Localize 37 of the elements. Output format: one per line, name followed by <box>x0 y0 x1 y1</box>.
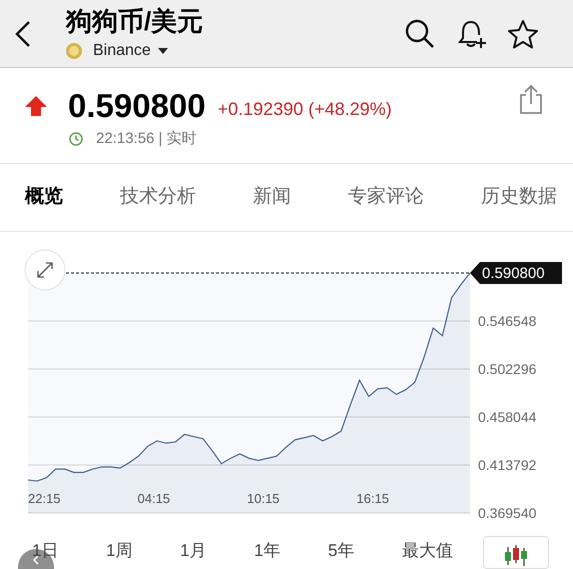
y-axis-label: 0.369540 <box>478 505 536 521</box>
up-arrow-icon <box>25 95 47 117</box>
tab[interactable]: 历史数据 <box>481 183 557 212</box>
x-axis-label: 22:15 <box>28 491 61 506</box>
clock-icon <box>69 132 83 146</box>
candlestick-chart-button[interactable] <box>483 536 549 569</box>
page-title: 狗狗币/美元 <box>66 4 204 36</box>
range-option[interactable]: 1周 <box>106 538 180 564</box>
candlestick-icon <box>504 545 528 567</box>
caret-icon <box>158 48 168 54</box>
range-option[interactable]: 1月 <box>180 538 254 564</box>
tab[interactable]: 专家评论 <box>348 183 424 212</box>
search-icon[interactable] <box>405 18 435 48</box>
y-axis-label: 0.502296 <box>478 361 536 377</box>
last-price-label: 0.590800 <box>470 262 562 284</box>
y-axis-label: 0.458044 <box>478 409 536 425</box>
x-axis-label: 10:15 <box>247 491 280 506</box>
tab[interactable]: 新闻 <box>253 183 291 212</box>
back-icon[interactable] <box>14 20 32 48</box>
x-axis-label: 04:15 <box>138 491 170 506</box>
share-icon[interactable] <box>519 84 543 114</box>
price: 0.590800 <box>68 86 206 126</box>
y-axis-label: 0.546548 <box>478 313 536 329</box>
price-change: +0.192390 (+48.29%) <box>218 98 392 121</box>
expand-button[interactable] <box>24 250 66 290</box>
y-axis-label: 0.413792 <box>478 457 536 473</box>
bell-plus-icon[interactable] <box>457 18 487 48</box>
x-axis-label: 16:15 <box>356 491 390 506</box>
star-icon[interactable] <box>507 18 539 48</box>
range-option[interactable]: 5年 <box>328 538 402 564</box>
range-option[interactable]: 最大值 <box>402 538 476 564</box>
tab[interactable]: 概览 <box>25 183 63 212</box>
coin-icon <box>66 42 82 58</box>
exchange-selector[interactable]: Binance <box>93 38 168 62</box>
quote-time: 22:13:56 | 实时 <box>96 129 197 149</box>
range-option[interactable]: 1年 <box>254 538 328 564</box>
tab[interactable]: 技术分析 <box>120 183 196 212</box>
